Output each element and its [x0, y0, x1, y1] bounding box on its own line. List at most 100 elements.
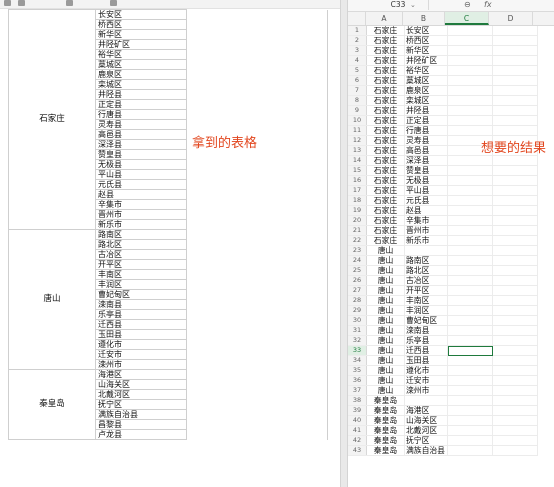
cell-b[interactable]: 路南区	[404, 255, 448, 266]
column-header-c[interactable]: C	[445, 12, 489, 25]
district-cell[interactable]: 北戴河区	[95, 389, 187, 400]
row-number[interactable]: 17	[348, 185, 367, 196]
province-cell[interactable]: 石家庄	[8, 9, 96, 230]
cell-b[interactable]: 滦州市	[404, 385, 448, 396]
row-number[interactable]: 33	[348, 345, 367, 356]
cell-b[interactable]: 裕华区	[404, 65, 448, 76]
cell-b[interactable]: 深泽县	[404, 155, 448, 166]
row-number[interactable]: 35	[348, 365, 367, 376]
row-number[interactable]: 25	[348, 265, 367, 276]
format-icon[interactable]	[66, 0, 73, 6]
row-number[interactable]: 22	[348, 235, 367, 246]
row-number[interactable]: 21	[348, 225, 367, 236]
cell-c[interactable]	[447, 175, 493, 186]
empty-cell[interactable]	[186, 19, 328, 30]
district-cell[interactable]: 满族自治县	[95, 409, 187, 420]
row-number[interactable]: 36	[348, 375, 367, 386]
cell-b[interactable]: 乐亭县	[404, 335, 448, 346]
cell-a[interactable]: 唐山	[366, 255, 405, 266]
cell-b[interactable]	[404, 395, 448, 406]
cell-d[interactable]	[492, 155, 538, 166]
district-cell[interactable]: 元氏县	[95, 179, 187, 190]
district-cell[interactable]: 新华区	[95, 29, 187, 40]
empty-cell[interactable]	[186, 49, 328, 60]
cell-b[interactable]	[404, 245, 448, 256]
cell-b[interactable]: 丰润区	[404, 305, 448, 316]
cell-c[interactable]	[447, 235, 493, 246]
zoom-icon[interactable]: ⊖	[464, 0, 471, 10]
cell-b[interactable]: 灵寿县	[404, 135, 448, 146]
district-cell[interactable]: 高邑县	[95, 129, 187, 140]
cell-d[interactable]	[492, 335, 538, 346]
empty-cell[interactable]	[186, 59, 328, 70]
cell-b[interactable]: 海港区	[404, 405, 448, 416]
cell-d[interactable]	[492, 26, 538, 36]
empty-cell[interactable]	[186, 39, 328, 50]
cell-b[interactable]: 鹿泉区	[404, 85, 448, 96]
cell-a[interactable]: 唐山	[366, 375, 405, 386]
cell-a[interactable]: 秦皇岛	[366, 425, 405, 436]
row-number[interactable]: 42	[348, 435, 367, 446]
cell-d[interactable]	[492, 225, 538, 236]
cell-c[interactable]	[447, 75, 493, 86]
district-cell[interactable]: 海港区	[95, 369, 187, 380]
cell-a[interactable]: 唐山	[366, 245, 405, 256]
cell-c[interactable]	[447, 315, 493, 326]
cell-b[interactable]: 井陉矿区	[404, 55, 448, 66]
cell-b[interactable]: 元氏县	[404, 195, 448, 206]
cell-a[interactable]: 唐山	[366, 385, 405, 396]
cell-b[interactable]: 抚宁区	[404, 435, 448, 446]
column-header-d[interactable]: D	[489, 12, 533, 25]
district-cell[interactable]: 平山县	[95, 169, 187, 180]
district-cell[interactable]: 灵寿县	[95, 119, 187, 130]
cell-d[interactable]	[492, 315, 538, 326]
district-cell[interactable]: 抚宁区	[95, 399, 187, 410]
cell-b[interactable]: 遵化市	[404, 365, 448, 376]
cell-a[interactable]: 唐山	[366, 305, 405, 316]
cell-d[interactable]	[492, 35, 538, 46]
cell-c[interactable]	[447, 45, 493, 56]
empty-cell[interactable]	[186, 329, 328, 340]
undo-icon[interactable]	[18, 0, 25, 6]
cell-a[interactable]: 秦皇岛	[366, 405, 405, 416]
cell-a[interactable]: 唐山	[366, 315, 405, 326]
cell-a[interactable]: 秦皇岛	[366, 435, 405, 446]
district-cell[interactable]: 新乐市	[95, 219, 187, 230]
district-cell[interactable]: 桥西区	[95, 19, 187, 30]
cell-d[interactable]	[492, 75, 538, 86]
row-number[interactable]: 13	[348, 145, 367, 156]
cell-a[interactable]: 唐山	[366, 355, 405, 366]
cell-d[interactable]	[492, 95, 538, 106]
cell-a[interactable]: 石家庄	[366, 85, 405, 96]
save-icon[interactable]	[4, 0, 11, 6]
province-cell[interactable]: 秦皇岛	[8, 369, 96, 440]
district-cell[interactable]: 迁西县	[95, 319, 187, 330]
district-cell[interactable]: 丰南区	[95, 269, 187, 280]
cell-d[interactable]	[492, 165, 538, 176]
name-box[interactable]: C33	[368, 0, 429, 10]
empty-cell[interactable]	[186, 399, 328, 410]
cell-b[interactable]: 晋州市	[404, 225, 448, 236]
district-cell[interactable]: 井陉矿区	[95, 39, 187, 50]
cell-b[interactable]: 迁西县	[404, 345, 448, 356]
cell-a[interactable]: 石家庄	[366, 155, 405, 166]
cell-a[interactable]: 石家庄	[366, 26, 405, 36]
cell-c[interactable]	[447, 85, 493, 96]
cell-d[interactable]	[492, 215, 538, 226]
cell-a[interactable]: 石家庄	[366, 95, 405, 106]
cell-a[interactable]: 石家庄	[366, 125, 405, 136]
cell-c[interactable]	[447, 185, 493, 196]
cell-d[interactable]	[492, 435, 538, 446]
cell-a[interactable]: 秦皇岛	[366, 445, 405, 456]
row-number[interactable]: 20	[348, 215, 367, 226]
row-number[interactable]: 23	[348, 245, 367, 256]
cell-b[interactable]: 高邑县	[404, 145, 448, 156]
cell-d[interactable]	[492, 405, 538, 416]
cell-b[interactable]: 北戴河区	[404, 425, 448, 436]
cell-b[interactable]: 滦南县	[404, 325, 448, 336]
cell-c[interactable]	[447, 105, 493, 116]
row-number[interactable]: 6	[348, 75, 367, 86]
cell-c[interactable]	[447, 395, 493, 406]
empty-cell[interactable]	[186, 349, 328, 360]
district-cell[interactable]: 玉田县	[95, 329, 187, 340]
